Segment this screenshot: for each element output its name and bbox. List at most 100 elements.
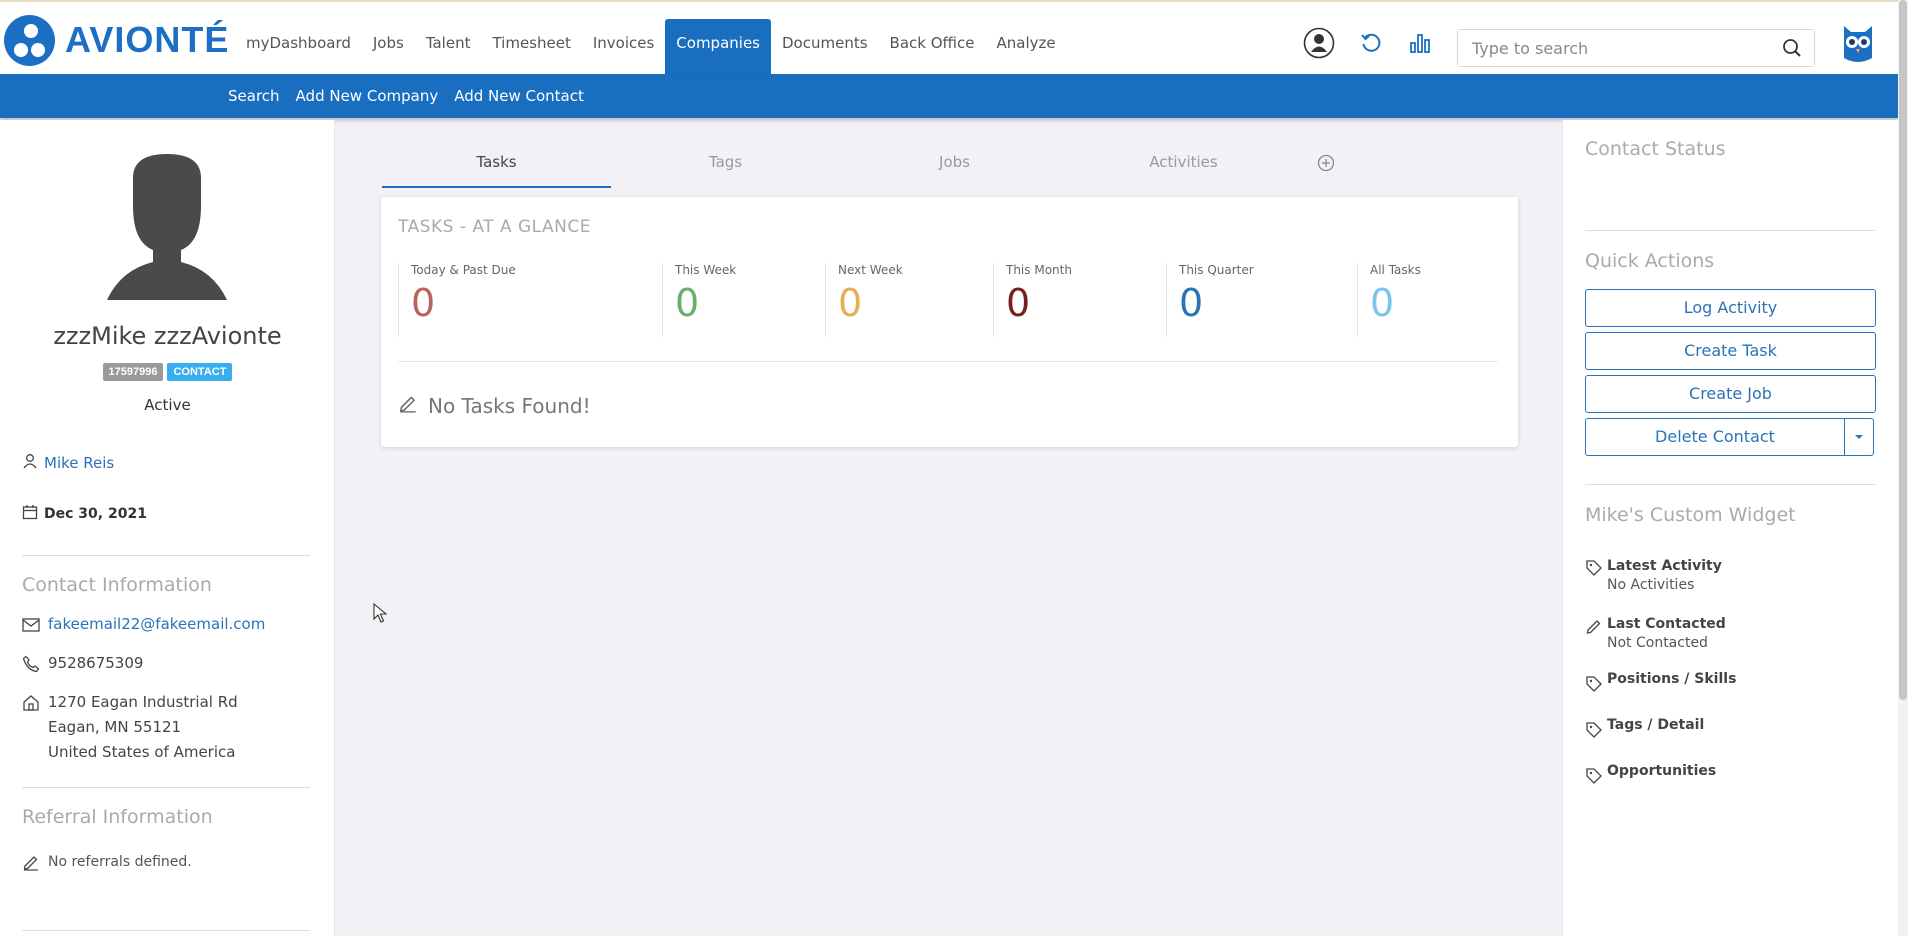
- widget-row-positions-skills[interactable]: Positions / Skills: [1585, 671, 1736, 697]
- widget-label: Last Contacted: [1607, 616, 1726, 632]
- referral-info-title: Referral Information: [22, 806, 213, 828]
- nav-item-jobs[interactable]: Jobs: [362, 19, 415, 76]
- tab-tasks[interactable]: Tasks: [382, 148, 611, 188]
- widget-row-opportunities[interactable]: Opportunities: [1585, 763, 1716, 789]
- pencil-icon: [22, 850, 40, 880]
- widget-label: Opportunities: [1607, 763, 1717, 779]
- tab-jobs[interactable]: Jobs: [840, 148, 1069, 188]
- widget-row-tags-detail[interactable]: Tags / Detail: [1585, 717, 1704, 743]
- contact-profile-panel: zzzMike zzzAvionte 17597996 CONTACT Acti…: [0, 120, 335, 936]
- tab-tags[interactable]: Tags: [611, 148, 840, 188]
- email-row: fakeemail22@fakeemail.com: [22, 612, 265, 641]
- global-search: [1457, 29, 1815, 67]
- address-line-2: Eagan, MN 55121: [48, 718, 182, 736]
- add-tab-icon[interactable]: [1317, 154, 1335, 176]
- contact-name: zzzMike zzzAvionte: [53, 322, 282, 350]
- subnav-search[interactable]: Search: [228, 74, 280, 118]
- home-icon: [22, 690, 40, 765]
- stat-this-quarter[interactable]: This Quarter 0: [1166, 263, 1351, 337]
- nav-item-mydashboard[interactable]: myDashboard: [235, 19, 362, 76]
- calendar-icon: [22, 504, 38, 524]
- id-badge: 17597996: [102, 363, 164, 381]
- divider: [1585, 484, 1875, 485]
- contact-status: Active: [144, 396, 191, 414]
- address-row: 1270 Eagan Industrial Rd Eagan, MN 55121…: [22, 690, 238, 765]
- detail-tabs: Tasks Tags Jobs Activities: [382, 148, 1342, 188]
- tab-activities[interactable]: Activities: [1069, 148, 1298, 188]
- stat-label: All Tasks: [1370, 263, 1421, 277]
- sub-nav: Search Add New Company Add New Contact: [0, 74, 1898, 118]
- brand-logo[interactable]: AVIONTÉ: [4, 14, 229, 66]
- phone-number: 9528675309: [48, 654, 144, 672]
- widget-row-latest-activity: Latest Activity No Activities: [1585, 555, 1722, 593]
- chevron-down-icon[interactable]: [1845, 419, 1873, 455]
- phone-icon: [22, 651, 40, 681]
- owner-link[interactable]: Mike Reis: [44, 454, 114, 472]
- widget-label: Positions / Skills: [1607, 671, 1737, 687]
- tasks-card: TASKS - AT A GLANCE Today & Past Due 0 T…: [381, 197, 1518, 447]
- subnav-add-new-company[interactable]: Add New Company: [296, 74, 439, 118]
- nav-item-timesheet[interactable]: Timesheet: [481, 19, 581, 76]
- card-divider: [398, 361, 1498, 362]
- bar-chart-icon[interactable]: [1403, 26, 1437, 60]
- nav-item-invoices[interactable]: Invoices: [582, 19, 665, 76]
- page-scrollbar[interactable]: [1898, 0, 1908, 936]
- stat-next-week[interactable]: Next Week 0: [825, 263, 981, 337]
- widget-value: No Activities: [1607, 577, 1695, 593]
- avatar: [103, 150, 231, 310]
- top-bar: AVIONTÉ myDashboard Jobs Talent Timeshee…: [0, 0, 1898, 76]
- phone-row: 9528675309: [22, 651, 143, 681]
- divider: [22, 930, 310, 931]
- stat-value: 0: [1006, 281, 1031, 325]
- contact-info-title: Contact Information: [22, 574, 212, 596]
- logo-mark-icon: [4, 14, 55, 66]
- widget-value: Not Contacted: [1607, 635, 1708, 651]
- nav-item-companies[interactable]: Companies: [665, 19, 771, 76]
- delete-contact-split-button: Delete Contact: [1585, 418, 1874, 456]
- stat-all-tasks[interactable]: All Tasks 0: [1357, 263, 1497, 337]
- stat-value: 0: [1370, 281, 1395, 325]
- subnav-add-new-contact[interactable]: Add New Contact: [454, 74, 584, 118]
- referral-row: No referrals defined.: [22, 850, 192, 880]
- stat-this-week[interactable]: This Week 0: [662, 263, 809, 337]
- refresh-icon[interactable]: [1354, 26, 1388, 60]
- right-sidebar: Contact Status Quick Actions Log Activit…: [1562, 120, 1908, 936]
- tasks-card-title: TASKS - AT A GLANCE: [398, 217, 591, 237]
- no-tasks-text: No Tasks Found!: [428, 393, 591, 418]
- widget-label: Latest Activity: [1607, 558, 1722, 574]
- scrollbar-thumb[interactable]: [1899, 0, 1907, 700]
- type-badge: CONTACT: [167, 363, 233, 381]
- nav-item-back-office[interactable]: Back Office: [879, 19, 986, 76]
- contact-badges: 17597996 CONTACT: [0, 363, 335, 381]
- quick-actions-title: Quick Actions: [1585, 250, 1715, 272]
- pencil-icon: [398, 393, 418, 418]
- divider: [22, 787, 310, 788]
- no-tasks-message: No Tasks Found!: [398, 393, 591, 418]
- stat-value: 0: [675, 281, 700, 325]
- email-link[interactable]: fakeemail22@fakeemail.com: [48, 612, 265, 641]
- nav-item-analyze[interactable]: Analyze: [986, 19, 1067, 76]
- person-icon: [22, 453, 38, 473]
- stat-today-past-due[interactable]: Today & Past Due 0: [398, 263, 646, 337]
- custom-widget-title: Mike's Custom Widget: [1585, 504, 1796, 526]
- create-job-button[interactable]: Create Job: [1585, 375, 1876, 413]
- stat-label: Next Week: [838, 263, 903, 277]
- stat-label: Today & Past Due: [411, 263, 516, 277]
- owl-icon[interactable]: [1842, 22, 1874, 66]
- stat-value: 0: [838, 281, 863, 325]
- user-circle-icon[interactable]: [1302, 26, 1336, 60]
- mouse-cursor-icon: [373, 602, 388, 627]
- create-task-button[interactable]: Create Task: [1585, 332, 1876, 370]
- nav-item-talent[interactable]: Talent: [415, 19, 482, 76]
- stat-this-month[interactable]: This Month 0: [993, 263, 1153, 337]
- tag-icon: [1585, 671, 1603, 697]
- stat-label: This Week: [675, 263, 737, 277]
- search-icon[interactable]: [1782, 38, 1802, 62]
- log-activity-button[interactable]: Log Activity: [1585, 289, 1876, 327]
- stat-value: 0: [411, 281, 436, 325]
- delete-contact-button[interactable]: Delete Contact: [1586, 419, 1845, 455]
- search-input[interactable]: [1458, 30, 1758, 66]
- pencil-icon: [1585, 613, 1603, 651]
- divider: [22, 555, 310, 556]
- nav-item-documents[interactable]: Documents: [771, 19, 879, 76]
